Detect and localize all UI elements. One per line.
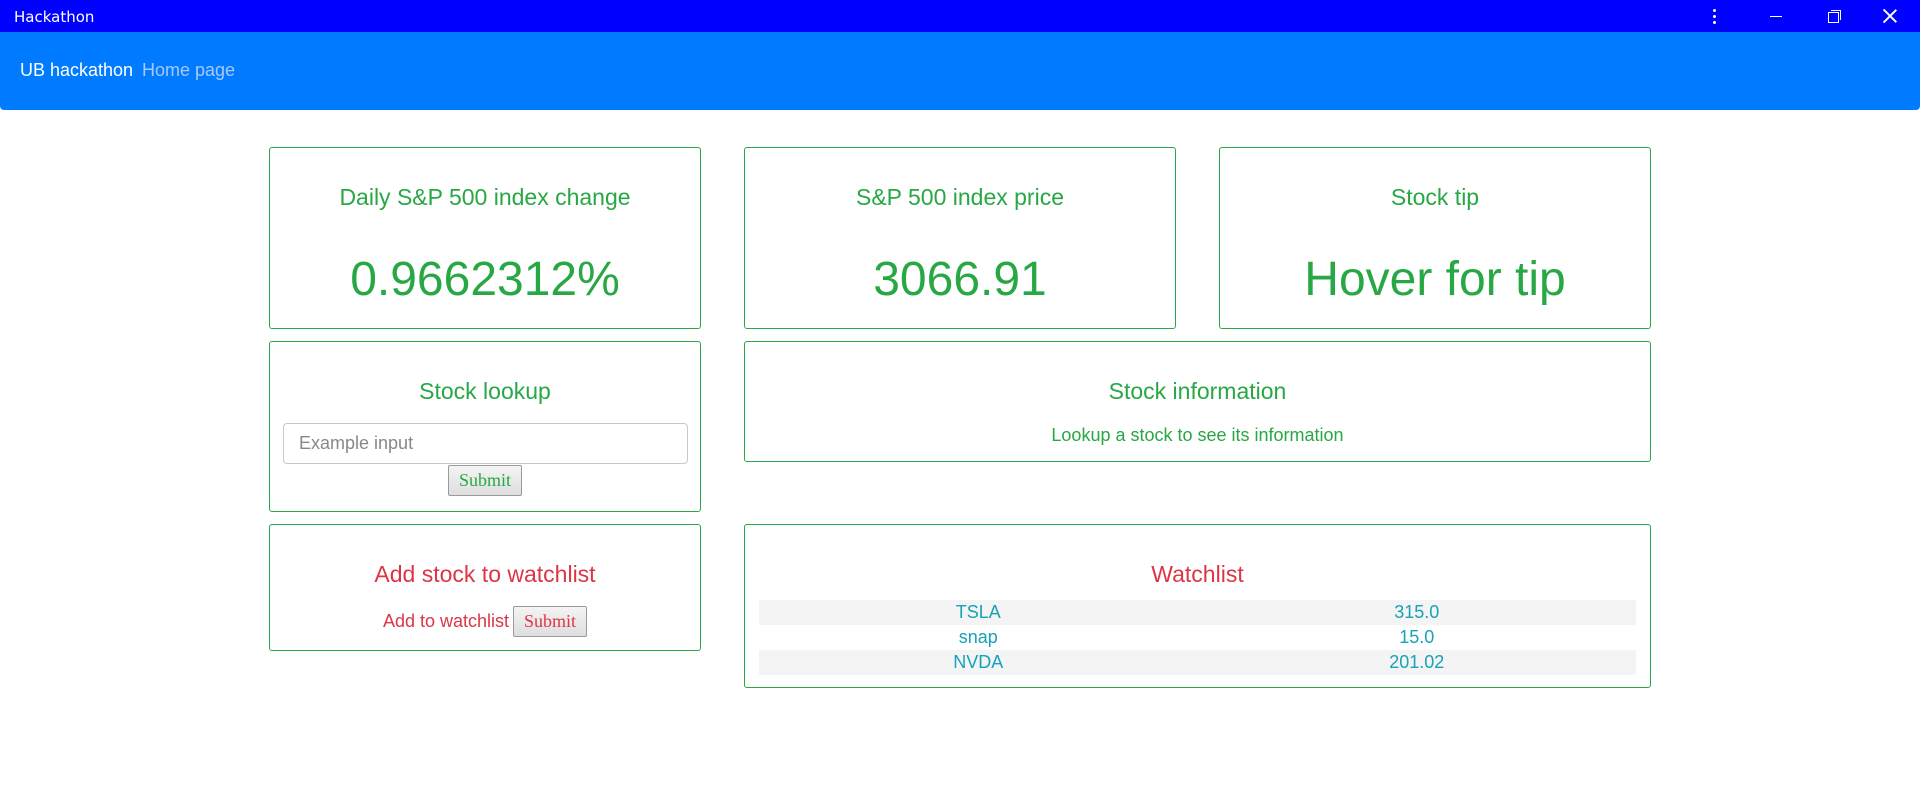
minimize-icon [1770,15,1782,17]
add-watchlist-label: Add to watchlist [382,611,510,631]
add-watchlist-row: Add to watchlist Submit [270,606,700,637]
add-watchlist-submit-button[interactable]: Submit [513,606,588,637]
watchlist-table: TSLA 315.0 snap 15.0 NVDA 201.02 [759,600,1636,675]
watchlist-card: Watchlist TSLA 315.0 snap 15.0 NVDA 201.… [744,524,1651,688]
stock-tip-title: Stock tip [1390,184,1480,210]
daily-change-card: Daily S&P 500 index change 0.9662312% [269,147,701,329]
restore-icon [1828,10,1841,23]
stock-information-title: Stock information [1108,378,1287,404]
watchlist-price: 15.0 [1399,627,1435,647]
stock-information-message: Lookup a stock to see its information [1051,425,1344,445]
stock-lookup-submit-button[interactable]: Submit [448,465,522,496]
close-button[interactable] [1867,0,1913,32]
add-watchlist-title: Add stock to watchlist [374,561,596,587]
watchlist-symbol: snap [958,627,998,647]
daily-change-title: Daily S&P 500 index change [339,184,631,210]
index-price-title: S&P 500 index price [856,184,1064,210]
stock-lookup-input[interactable] [283,423,688,464]
nav-home-link[interactable]: Home page [142,60,235,81]
stock-information-card: Stock information Lookup a stock to see … [744,341,1651,462]
stock-tip-card[interactable]: Stock tip Hover for tip [1219,147,1651,329]
watchlist-price: 201.02 [1197,650,1636,675]
table-row: NVDA 201.02 [759,650,1636,675]
watchlist-title: Watchlist [1151,561,1244,587]
window-titlebar: Hackathon [0,0,1920,32]
watchlist-price: 315.0 [1197,600,1636,625]
navbar: UB hackathon Home page [0,32,1920,110]
more-options-button[interactable] [1691,0,1737,32]
window-title: Hackathon [14,8,95,26]
close-icon [1883,9,1897,23]
stock-tip-hover-text[interactable]: Hover for tip [1220,252,1650,307]
watchlist-symbol: NVDA [759,650,1198,675]
watchlist-symbol: TSLA [759,600,1198,625]
restore-button[interactable] [1811,0,1857,32]
index-price-card: S&P 500 index price 3066.91 [744,147,1176,329]
navbar-brand[interactable]: UB hackathon [20,60,133,81]
index-price-value: 3066.91 [873,253,1047,306]
stock-lookup-card: Stock lookup Submit [269,341,701,512]
daily-change-value: 0.9662312% [350,253,620,306]
stock-lookup-title: Stock lookup [419,378,551,404]
add-watchlist-card: Add stock to watchlist Add to watchlist … [269,524,701,651]
minimize-button[interactable] [1753,0,1799,32]
table-row: snap 15.0 [759,625,1636,650]
more-vertical-icon [1712,8,1716,24]
table-row: TSLA 315.0 [759,600,1636,625]
